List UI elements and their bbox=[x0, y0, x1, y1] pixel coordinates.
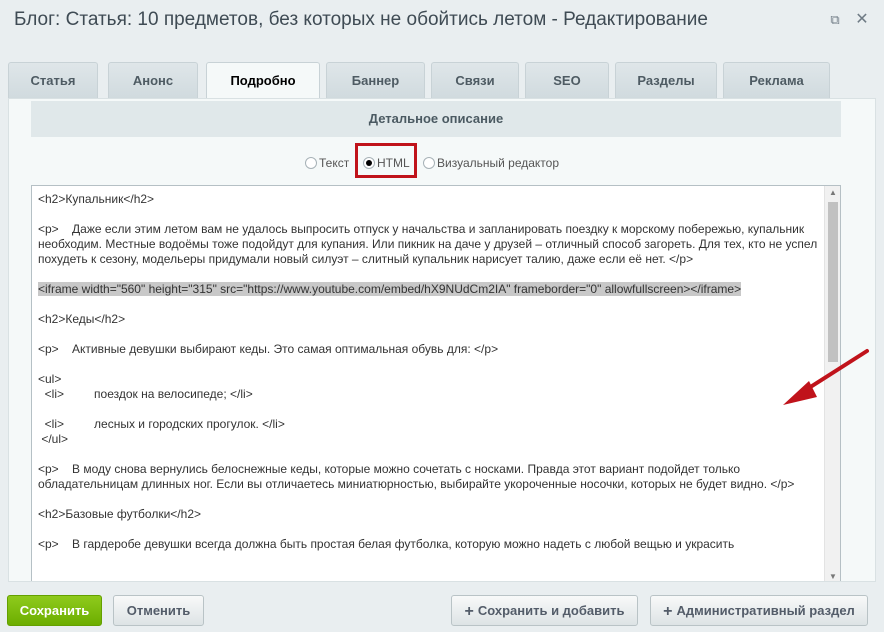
save-and-add-label: Сохранить и добавить bbox=[477, 603, 625, 618]
tab-details[interactable]: Подробно bbox=[206, 62, 320, 100]
code-line: </ul> bbox=[38, 432, 69, 446]
mode-text-label: Текст bbox=[319, 156, 350, 170]
tab-banner[interactable]: Баннер bbox=[326, 62, 425, 99]
mode-visual[interactable]: Визуальный редактор bbox=[423, 155, 559, 171]
plus-icon: + bbox=[663, 603, 673, 620]
section-title: Детальное описание bbox=[31, 101, 841, 137]
code-line: <h2>Купальник</h2> bbox=[38, 192, 155, 206]
footer-bar: Сохранить Отменить + Сохранить и добавить… bbox=[0, 585, 884, 632]
admin-section-button[interactable]: + Административный раздел bbox=[650, 595, 868, 626]
code-line: <p> В моду снова вернулись белоснежные к… bbox=[38, 462, 795, 491]
code-line: <li> поездок на велосипеде; </li> bbox=[38, 387, 253, 401]
scroll-down-icon[interactable]: ▼ bbox=[825, 570, 840, 581]
mode-text[interactable]: Текст bbox=[305, 155, 349, 171]
save-and-add-button[interactable]: + Сохранить и добавить bbox=[451, 595, 638, 626]
scroll-up-icon[interactable]: ▲ bbox=[825, 186, 840, 200]
code-line: <p> Даже если этим летом вам не удалось … bbox=[38, 222, 821, 266]
code-line: <p> В гардеробе девушки всегда должна бы… bbox=[38, 537, 735, 551]
expand-icon[interactable]: ⧉ bbox=[825, 10, 845, 30]
details-panel: Детальное описание Текст HTML Визуальный… bbox=[8, 98, 876, 582]
tab-sections[interactable]: Разделы bbox=[615, 62, 717, 99]
html-code[interactable]: <h2>Купальник</h2> <p> Даже если этим ле… bbox=[38, 186, 822, 552]
admin-section-label: Административный раздел bbox=[676, 603, 855, 618]
tab-advertising[interactable]: Реклама bbox=[723, 62, 830, 99]
code-line: <ul> bbox=[38, 372, 62, 386]
cancel-button[interactable]: Отменить bbox=[113, 595, 204, 626]
close-icon[interactable]: ✕ bbox=[852, 10, 872, 30]
save-button[interactable]: Сохранить bbox=[7, 595, 102, 626]
code-line: <h2>Базовые футболки</h2> bbox=[38, 507, 201, 521]
code-line: <h2>Кеды</h2> bbox=[38, 312, 126, 326]
window-titlebar: Блог: Статья: 10 предметов, без которых … bbox=[0, 0, 884, 44]
mode-visual-label: Визуальный редактор bbox=[437, 156, 560, 170]
radio-text[interactable] bbox=[305, 157, 317, 169]
tab-article[interactable]: Статья bbox=[8, 62, 98, 99]
html-editor[interactable]: <h2>Купальник</h2> <p> Даже если этим ле… bbox=[31, 185, 841, 581]
radio-visual[interactable] bbox=[423, 157, 435, 169]
tab-seo[interactable]: SEO bbox=[525, 62, 609, 99]
tab-announce[interactable]: Анонс bbox=[108, 62, 198, 99]
selected-iframe-line: <iframe width="560" height="315" src="ht… bbox=[38, 282, 742, 296]
scroll-thumb[interactable] bbox=[828, 202, 838, 362]
html-mode-highlight bbox=[355, 143, 417, 178]
window-title: Блог: Статья: 10 предметов, без которых … bbox=[14, 9, 708, 30]
code-line: <li> лесных и городских прогулок. </li> bbox=[38, 417, 285, 431]
plus-icon: + bbox=[464, 603, 474, 620]
editor-scrollbar[interactable]: ▲ ▼ bbox=[824, 186, 840, 581]
code-line: <p> Активные девушки выбирают кеды. Это … bbox=[38, 342, 499, 356]
tab-links[interactable]: Связи bbox=[431, 62, 519, 99]
editor-mode-switch: Текст HTML Визуальный редактор bbox=[9, 151, 875, 173]
